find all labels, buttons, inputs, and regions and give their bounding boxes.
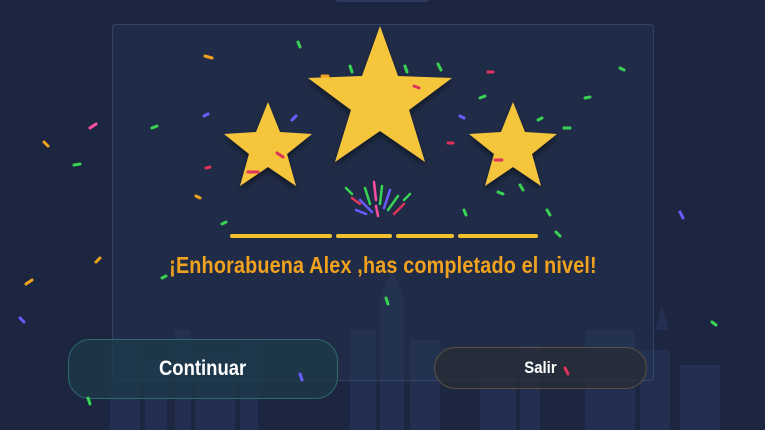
star-icon xyxy=(308,26,452,162)
progress-segment xyxy=(396,234,454,238)
completion-message: ¡Enhorabuena Alex ,has completado el niv… xyxy=(169,252,597,278)
progress-segment xyxy=(336,234,392,238)
exit-button-label: Salir xyxy=(524,358,557,377)
level-complete-screen: ¡Enhorabuena Alex ,has completado el niv… xyxy=(0,0,765,430)
progress-bars xyxy=(230,234,540,238)
star-icon xyxy=(469,102,557,186)
stars-rating xyxy=(224,26,557,186)
star-icon xyxy=(224,102,312,186)
continue-button-label: Continuar xyxy=(159,357,247,380)
top-tab xyxy=(335,0,430,2)
progress-segment xyxy=(458,234,538,238)
continue-button[interactable]: Continuar xyxy=(68,339,338,399)
progress-segment xyxy=(230,234,332,238)
exit-button[interactable]: Salir xyxy=(434,347,647,389)
